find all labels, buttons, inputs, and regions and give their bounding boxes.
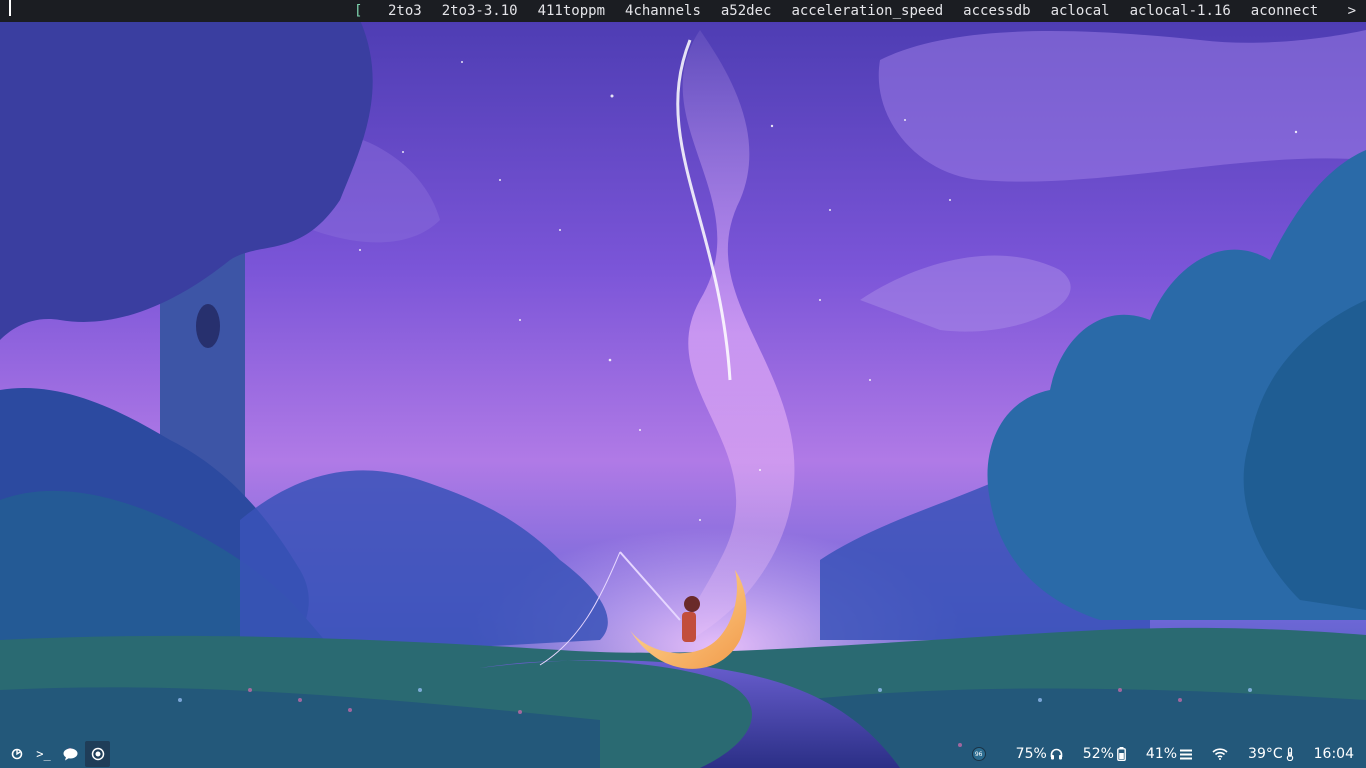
dmenu-items: 2to3 2to3-3.10 411toppm 4channels a52dec… [378,0,1328,22]
dmenu-item[interactable]: 2to3 [378,0,432,22]
memory-value: 41% [1145,746,1178,762]
thermometer-icon [1286,747,1293,761]
temperature-status[interactable]: 39°C [1248,746,1294,762]
launcher-bar: >_ [4,740,110,768]
tray-avatar-text: 96 [974,750,983,758]
dmenu-item[interactable]: aconnect [1241,0,1328,22]
dmenu-item[interactable]: accessdb [953,0,1040,22]
chat-bubble-icon[interactable] [58,741,83,767]
wifi-status[interactable] [1212,748,1228,760]
battery-icon [1117,747,1126,761]
volume-status[interactable]: 75% [1016,746,1063,762]
tray-avatar[interactable]: 96 [971,747,986,761]
terminal-glyph: >_ [36,747,51,761]
system-menu-icon[interactable] [4,741,29,767]
headphones-icon [1050,748,1063,760]
dmenu-item[interactable]: 411toppm [528,0,615,22]
dmenu-item[interactable]: 4channels [615,0,711,22]
record-icon[interactable] [85,741,110,767]
status-bar: 96 75% 52% 41% 39°C 16:04 [971,740,1354,768]
dmenu-open-bracket: [ [354,3,363,19]
text-cursor [9,0,11,16]
dmenu-item[interactable]: acceleration_speed [781,0,953,22]
terminal-icon[interactable]: >_ [31,741,56,767]
dmenu-bar: [ 2to3 2to3-3.10 411toppm 4channels a52d… [0,0,1366,22]
temperature-value: 39°C [1248,746,1283,762]
dmenu-item[interactable]: a52dec [711,0,782,22]
dmenu-item[interactable]: aclocal [1041,0,1120,22]
battery-status[interactable]: 52% [1083,746,1126,762]
volume-value: 75% [1015,746,1047,762]
dmenu-more-indicator[interactable]: > [1348,0,1356,22]
menu-lines-icon [1180,749,1193,759]
memory-status[interactable]: 41% [1145,746,1193,762]
wallpaper [0,0,1366,768]
dmenu-item[interactable]: aclocal-1.16 [1120,0,1241,22]
dmenu-input[interactable] [0,0,352,22]
dmenu-item[interactable]: 2to3-3.10 [432,0,528,22]
clock[interactable]: 16:04 [1314,746,1354,762]
wifi-icon [1212,748,1228,760]
battery-value: 52% [1082,746,1114,762]
clock-time: 16:04 [1313,746,1354,762]
desktop: [ 2to3 2to3-3.10 411toppm 4channels a52d… [0,0,1366,768]
